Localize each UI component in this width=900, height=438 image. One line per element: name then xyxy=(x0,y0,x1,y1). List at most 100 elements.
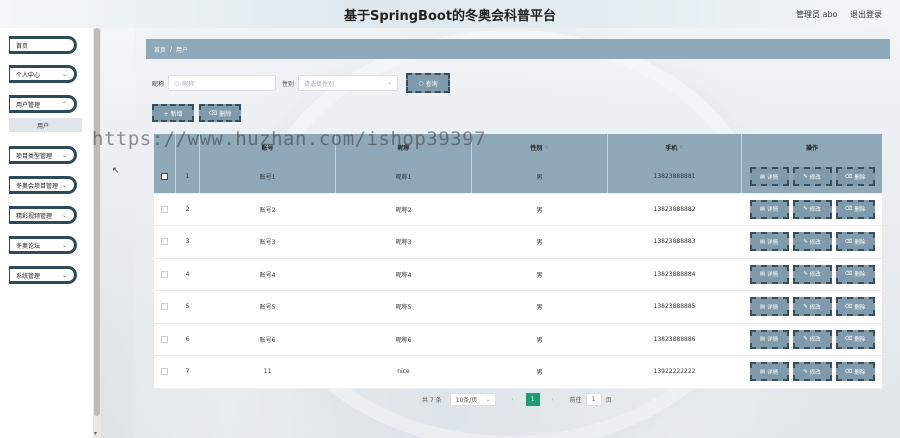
row-checkbox[interactable] xyxy=(161,270,168,278)
edit-button[interactable]: ✎ 修改 xyxy=(792,297,832,317)
row-checkbox[interactable] xyxy=(161,173,168,181)
row-checkbox[interactable] xyxy=(161,303,168,311)
batch-delete-button[interactable]: ⌫ 删除 xyxy=(199,104,241,122)
detail-icon: ▤ xyxy=(759,368,766,375)
goto-suffix: 页 xyxy=(605,396,612,404)
sidebar-item-profile[interactable]: 个人中心 ⌄ xyxy=(9,65,77,83)
search-button[interactable]: ○ 查询 xyxy=(406,73,451,93)
user-table: 账号 昵称 性别 ⇅ 手机 ⇅ 操作 1 账号1 昵称1 男 13823888881 ▤ 详情 ✎… xyxy=(154,134,882,389)
table-row[interactable]: 7 11 nice 男 13922222222 ▤ 详情 ✎ 修改 ⌫ 删除 xyxy=(154,356,882,389)
edit-button[interactable]: ✎ 修改 xyxy=(792,199,832,219)
add-button[interactable]: + 新增 xyxy=(152,104,194,122)
cell-nickname: 昵称5 xyxy=(336,291,472,323)
nickname-placeholder: 昵称 xyxy=(182,80,195,88)
admin-label: 管理员 abo xyxy=(796,10,838,19)
edit-button[interactable]: ✎ 修改 xyxy=(792,232,832,252)
cell-nickname: 昵称1 xyxy=(336,161,472,193)
logout-link[interactable]: 退出登录 xyxy=(850,10,882,19)
edit-label: 修改 xyxy=(809,369,821,376)
detail-icon: ▤ xyxy=(759,206,766,213)
cell-account: 账号2 xyxy=(200,193,336,225)
detail-button[interactable]: ▤ 详情 xyxy=(749,329,789,349)
prev-page-icon[interactable]: ‹ xyxy=(506,396,520,403)
detail-button[interactable]: ▤ 详情 xyxy=(749,264,789,284)
page-number-current[interactable]: 1 xyxy=(525,392,540,406)
next-page-icon[interactable]: › xyxy=(546,396,560,403)
table-row[interactable]: 4 账号4 昵称4 男 13823888884 ▤ 详情 ✎ 修改 ⌫ 删除 xyxy=(154,258,882,291)
search-form: 昵称 ○ 昵称 性别 请选择性别 ⌄ ○ 查询 xyxy=(152,73,451,93)
delete-button[interactable]: ⌫ 删除 xyxy=(835,232,875,252)
detail-button[interactable]: ▤ 详情 xyxy=(749,232,789,252)
chevron-down-icon: ⌄ xyxy=(61,71,67,78)
trash-icon: ⌫ xyxy=(844,238,853,245)
row-checkbox[interactable] xyxy=(161,368,168,376)
table-row[interactable]: 1 账号1 昵称1 男 13823888881 ▤ 详情 ✎ 修改 ⌫ 删除 xyxy=(154,161,882,194)
edit-label: 修改 xyxy=(809,304,821,311)
header-phone[interactable]: 手机 ⇅ xyxy=(608,134,742,161)
cell-gender: 男 xyxy=(472,226,608,258)
row-checkbox[interactable] xyxy=(161,205,168,213)
cell-phone: 13823888881 xyxy=(608,161,742,193)
chevron-down-icon: ⌄ xyxy=(387,79,393,86)
detail-icon: ▤ xyxy=(759,173,766,180)
sidebar-item-home[interactable]: 首页 xyxy=(9,36,77,54)
edit-button[interactable]: ✎ 修改 xyxy=(792,329,832,349)
row-checkbox-cell xyxy=(154,356,176,388)
delete-button[interactable]: ⌫ 删除 xyxy=(835,167,875,187)
table-row[interactable]: 6 账号6 昵称6 男 13823888886 ▤ 详情 ✎ 修改 ⌫ 删除 xyxy=(154,323,882,356)
sidebar-item-videos[interactable]: 精彩视频管理 ⌄ xyxy=(9,206,77,224)
scroll-down-icon[interactable]: ▾ xyxy=(94,430,97,437)
sidebar-scrollbar[interactable]: ▾ xyxy=(93,28,101,438)
header-gender[interactable]: 性别 ⇅ xyxy=(472,134,608,161)
table-row[interactable]: 5 账号5 昵称5 男 13823888885 ▤ 详情 ✎ 修改 ⌫ 删除 xyxy=(154,291,882,324)
delete-button[interactable]: ⌫ 删除 xyxy=(835,362,875,382)
detail-button[interactable]: ▤ 详情 xyxy=(749,167,789,187)
delete-button[interactable]: ⌫ 删除 xyxy=(835,297,875,317)
sidebar-item-label: 系统管理 xyxy=(16,272,41,280)
row-checkbox-cell xyxy=(154,226,176,258)
sort-icon[interactable]: ⇅ xyxy=(544,145,548,151)
edit-button[interactable]: ✎ 修改 xyxy=(792,264,832,284)
detail-label: 详情 xyxy=(767,272,779,279)
gender-select[interactable]: 请选择性别 ⌄ xyxy=(298,75,399,91)
edit-button[interactable]: ✎ 修改 xyxy=(792,362,832,382)
sidebar-item-system[interactable]: 系统管理 ⌄ xyxy=(9,266,77,284)
sidebar-item-forum[interactable]: 冬奥论坛 ⌄ xyxy=(9,236,77,254)
user-area: 管理员 abo 退出登录 xyxy=(786,9,882,20)
header-label: 手机 xyxy=(665,145,678,152)
row-checkbox[interactable] xyxy=(161,238,168,246)
table-row[interactable]: 2 账号2 昵称2 男 13823888882 ▤ 详情 ✎ 修改 ⌫ 删除 xyxy=(154,193,882,226)
detail-button[interactable]: ▤ 详情 xyxy=(749,297,789,317)
detail-button[interactable]: ▤ 详情 xyxy=(749,199,789,219)
trash-icon: ⌫ xyxy=(844,368,853,375)
detail-label: 详情 xyxy=(767,239,779,246)
chevron-down-icon: ⌄ xyxy=(61,242,67,249)
detail-button[interactable]: ▤ 详情 xyxy=(749,362,789,382)
mouse-cursor-icon: ↖ xyxy=(112,166,120,176)
nickname-input[interactable]: ○ 昵称 xyxy=(168,75,277,91)
delete-button[interactable]: ⌫ 删除 xyxy=(835,199,875,219)
cell-gender: 男 xyxy=(472,291,608,323)
scrollbar-thumb[interactable] xyxy=(94,28,100,416)
edit-button[interactable]: ✎ 修改 xyxy=(792,167,832,187)
sidebar-subitem-user[interactable]: 用户 xyxy=(9,118,82,132)
goto-page-input[interactable]: 1 xyxy=(585,392,602,406)
delete-button[interactable]: ⌫ 删除 xyxy=(835,329,875,349)
row-checkbox-cell xyxy=(154,291,176,323)
sidebar-item-projects[interactable]: 冬奥会项目管理 ⌄ xyxy=(9,176,77,194)
breadcrumb-home[interactable]: 首页 xyxy=(154,45,166,54)
delete-button[interactable]: ⌫ 删除 xyxy=(835,264,875,284)
detail-label: 详情 xyxy=(767,304,779,311)
table-row[interactable]: 3 账号3 昵称3 男 13823888883 ▤ 详情 ✎ 修改 ⌫ 删除 xyxy=(154,226,882,259)
cell-account: 账号5 xyxy=(200,291,336,323)
trash-icon: ⌫ xyxy=(844,336,853,343)
page-size-select[interactable]: 10条/页 ⌄ xyxy=(449,392,496,406)
edit-icon: ✎ xyxy=(803,303,808,310)
edit-icon: ✎ xyxy=(803,368,808,375)
cell-gender: 男 xyxy=(472,161,608,193)
sort-icon[interactable]: ⇅ xyxy=(679,145,683,151)
row-index: 7 xyxy=(176,356,200,388)
sidebar-item-users[interactable]: 用户管理 ⌃ xyxy=(9,95,77,113)
sidebar-item-project-types[interactable]: 项目类型管理 ⌄ xyxy=(9,146,77,164)
row-checkbox[interactable] xyxy=(161,335,168,343)
